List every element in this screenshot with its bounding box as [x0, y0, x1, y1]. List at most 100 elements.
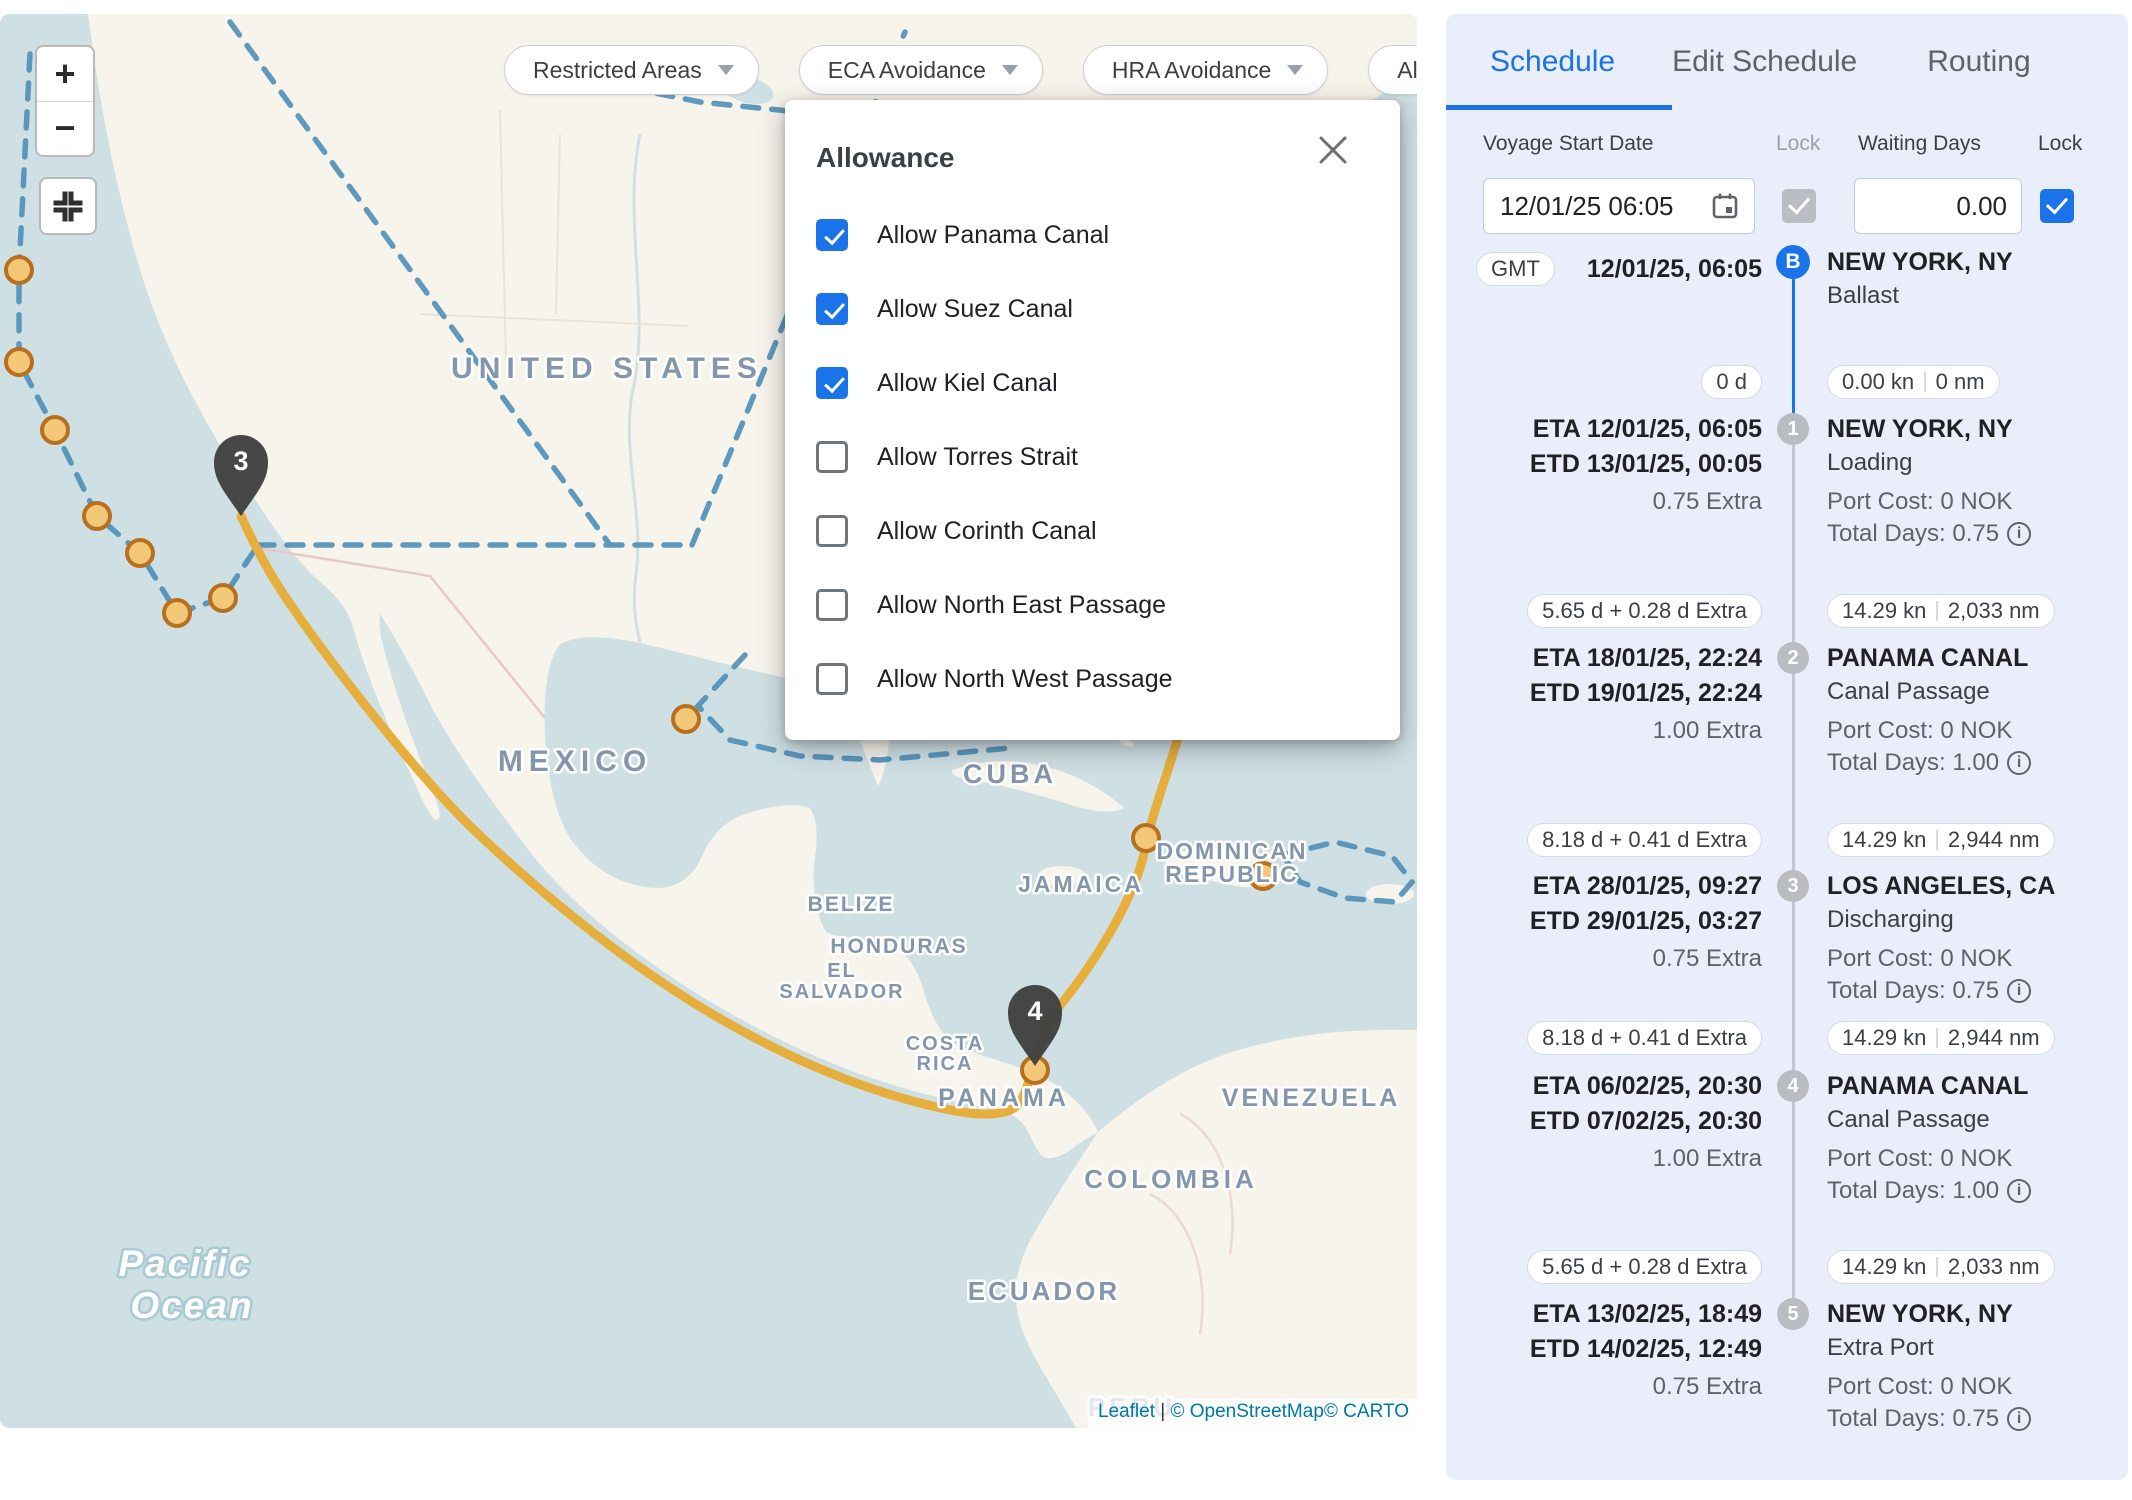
- close-icon[interactable]: [1316, 133, 1350, 167]
- stop-port-name: PANAMA CANAL: [1827, 1071, 2107, 1101]
- map-label-pacific-ocean: Pacific: [118, 1243, 251, 1284]
- stop-etd: ETD 29/01/25, 03:27: [1476, 906, 1762, 936]
- option-allow-torres-strait[interactable]: Allow Torres Strait: [816, 441, 1173, 473]
- waypoint-dot[interactable]: [42, 417, 68, 443]
- map-label-pacific-ocean: Ocean: [130, 1285, 253, 1326]
- allowance-options-list: Allow Panama Canal Allow Suez Canal Allo…: [816, 219, 1173, 737]
- stop-etd: ETD 13/01/25, 00:05: [1476, 449, 1762, 479]
- info-icon[interactable]: i: [2007, 979, 2031, 1003]
- stop-activity: Discharging: [1827, 905, 2107, 935]
- info-icon[interactable]: i: [2007, 751, 2031, 775]
- option-allow-panama-canal[interactable]: Allow Panama Canal: [816, 219, 1173, 251]
- waypoint-dot[interactable]: [210, 585, 236, 611]
- option-allow-corinth-canal[interactable]: Allow Corinth Canal: [816, 515, 1173, 547]
- zoom-out-button[interactable]: −: [37, 102, 93, 156]
- stop-total-days: Total Days: 0.75i: [1827, 520, 2107, 548]
- chevron-down-icon: [718, 65, 734, 75]
- map-label-honduras: HONDURAS: [830, 935, 967, 958]
- map-label-united-states: UNITED STATES: [451, 352, 763, 385]
- svg-text:4: 4: [1027, 996, 1042, 1026]
- stop-details: NEW YORK, NY Loading Port Cost: 0 NOK To…: [1827, 414, 2107, 548]
- waypoint-dot[interactable]: [1133, 825, 1159, 851]
- option-label: Allow North East Passage: [877, 591, 1166, 620]
- leg-speed-distance-pill: 14.29 kn2,944 nm: [1827, 823, 2055, 857]
- timeline-node-3[interactable]: 3: [1777, 870, 1809, 902]
- stop-times: ETA 13/02/25, 18:49 ETD 14/02/25, 12:49 …: [1476, 1299, 1762, 1401]
- openstreetmap-link[interactable]: © OpenStreetMap: [1170, 1401, 1323, 1422]
- fit-bounds-icon: [48, 186, 88, 226]
- voyage-start-datetime: 12/01/25, 06:05: [1587, 255, 1762, 284]
- option-allow-north-east-passage[interactable]: Allow North East Passage: [816, 589, 1173, 621]
- fit-bounds-button[interactable]: [39, 177, 97, 235]
- checkbox[interactable]: [816, 441, 848, 473]
- allowance-popup: Allowance Allow Panama Canal Allow Suez …: [785, 100, 1400, 740]
- map-label-panama: PANAMA: [938, 1084, 1070, 1112]
- chevron-down-icon: [1002, 65, 1018, 75]
- map-label-cuba: CUBA: [963, 759, 1057, 789]
- stop-eta: ETA 13/02/25, 18:49: [1476, 1299, 1762, 1329]
- leg-duration-pill: 5.65 d + 0.28 d Extra: [1527, 1250, 1762, 1284]
- waypoint-dot[interactable]: [84, 503, 110, 529]
- option-allow-north-west-passage[interactable]: Allow North West Passage: [816, 663, 1173, 695]
- stop-port-name: PANAMA CANAL: [1827, 643, 2107, 673]
- stop-activity: Canal Passage: [1827, 1105, 2107, 1135]
- checkbox[interactable]: [816, 515, 848, 547]
- stop-extra-days: 0.75 Extra: [1476, 945, 1762, 973]
- stop-extra-days: 1.00 Extra: [1476, 1145, 1762, 1173]
- stop-extra-days: 0.75 Extra: [1476, 1373, 1762, 1401]
- hra-avoidance-dropdown[interactable]: HRA Avoidance: [1083, 45, 1328, 95]
- map-label-belize: BELIZE: [808, 893, 895, 916]
- info-icon[interactable]: i: [2007, 1179, 2031, 1203]
- info-icon[interactable]: i: [2007, 1407, 2031, 1431]
- voyage-timeline: GMT 12/01/25, 06:05 B NEW YORK, NY Balla…: [1446, 14, 2128, 1480]
- timeline-node-4[interactable]: 4: [1777, 1070, 1809, 1102]
- svg-text:3: 3: [233, 446, 248, 476]
- start-activity: Ballast: [1827, 281, 2013, 311]
- checkbox[interactable]: [816, 367, 848, 399]
- waypoint-dot[interactable]: [673, 706, 699, 732]
- timeline-node-5[interactable]: 5: [1777, 1298, 1809, 1330]
- stop-total-days: Total Days: 0.75i: [1827, 1405, 2107, 1433]
- chevron-down-icon: [1287, 65, 1303, 75]
- leg-speed-distance-pill: 14.29 kn2,033 nm: [1827, 1250, 2055, 1284]
- restricted-areas-dropdown[interactable]: Restricted Areas: [504, 45, 759, 95]
- stop-eta: ETA 28/01/25, 09:27: [1476, 871, 1762, 901]
- map-label-colombia: COLOMBIA: [1084, 1164, 1258, 1194]
- map-filter-bar: Restricted Areas ECA Avoidance HRA Avoid…: [504, 45, 1417, 95]
- option-allow-kiel-canal[interactable]: Allow Kiel Canal: [816, 367, 1173, 399]
- stop-activity: Loading: [1827, 448, 2107, 478]
- timeline-node-2[interactable]: 2: [1777, 642, 1809, 674]
- stop-times: ETA 28/01/25, 09:27 ETD 29/01/25, 03:27 …: [1476, 871, 1762, 973]
- leg-duration-pill: 8.18 d + 0.41 d Extra: [1527, 1021, 1762, 1055]
- leaflet-link[interactable]: Leaflet: [1098, 1401, 1155, 1422]
- eca-avoidance-dropdown[interactable]: ECA Avoidance: [799, 45, 1043, 95]
- map-label-costa-rica: COSTA: [906, 1033, 985, 1055]
- timeline-node-1[interactable]: 1: [1777, 413, 1809, 445]
- carto-link[interactable]: © CARTO: [1324, 1401, 1409, 1422]
- waypoint-dot[interactable]: [6, 257, 32, 283]
- waypoint-dot[interactable]: [127, 540, 153, 566]
- leg-speed-distance-pill: 14.29 kn2,944 nm: [1827, 1021, 2055, 1055]
- stop-extra-days: 1.00 Extra: [1476, 717, 1762, 745]
- stop-etd: ETD 14/02/25, 12:49: [1476, 1334, 1762, 1364]
- option-label: Allow Suez Canal: [877, 295, 1073, 324]
- checkbox[interactable]: [816, 293, 848, 325]
- option-allow-suez-canal[interactable]: Allow Suez Canal: [816, 293, 1173, 325]
- allowance-popup-title: Allowance: [816, 142, 954, 174]
- map-label-ecuador: ECUADOR: [968, 1276, 1120, 1306]
- info-icon[interactable]: i: [2007, 522, 2031, 546]
- checkbox[interactable]: [816, 589, 848, 621]
- stop-times: ETA 18/01/25, 22:24 ETD 19/01/25, 22:24 …: [1476, 643, 1762, 745]
- stop-port-name: NEW YORK, NY: [1827, 1299, 2107, 1329]
- checkbox[interactable]: [816, 219, 848, 251]
- map-attribution: Leaflet | © OpenStreetMap© CARTO: [1088, 1398, 1417, 1428]
- stop-port-cost: Port Cost: 0 NOK: [1827, 1145, 2107, 1173]
- zoom-in-button[interactable]: +: [37, 47, 93, 102]
- allowance-dropdown[interactable]: Allowance: [1368, 45, 1417, 95]
- timeline-node-ballast[interactable]: B: [1776, 245, 1810, 279]
- checkbox[interactable]: [816, 663, 848, 695]
- waypoint-dot[interactable]: [164, 600, 190, 626]
- stop-details: LOS ANGELES, CA Discharging Port Cost: 0…: [1827, 871, 2107, 1005]
- waypoint-dot[interactable]: [6, 349, 32, 375]
- leg-duration-pill: 0 d: [1701, 365, 1762, 399]
